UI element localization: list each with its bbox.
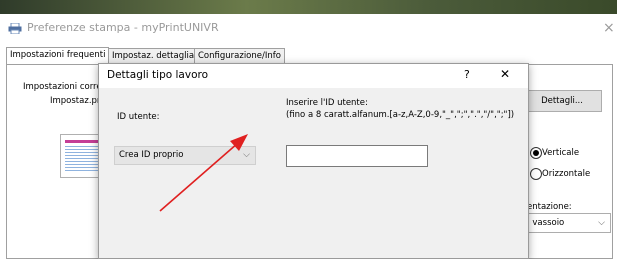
annotation-arrow [159,134,248,212]
